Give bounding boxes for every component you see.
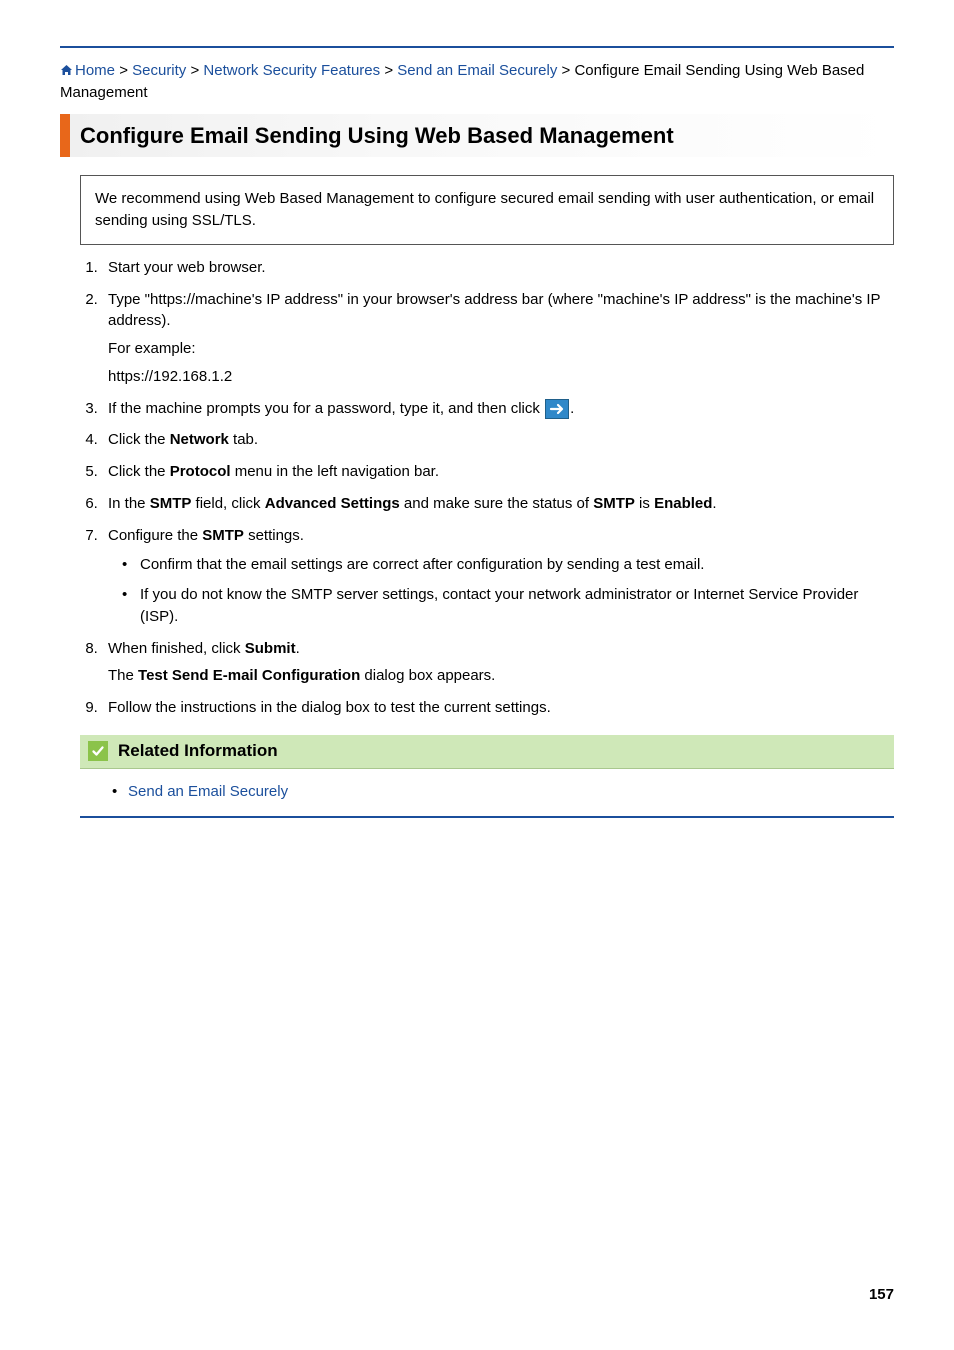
- step-5: Click the Protocol menu in the left navi…: [102, 461, 894, 483]
- step-8-result: The Test Send E-mail Configuration dialo…: [108, 665, 894, 687]
- intro-text: We recommend using Web Based Management …: [95, 190, 874, 229]
- step-6-g: is: [635, 495, 654, 512]
- related-info-header: Related Information: [80, 735, 894, 769]
- step-8-c: .: [296, 640, 300, 657]
- breadcrumb-sep: >: [119, 62, 128, 79]
- login-arrow-icon: [545, 399, 569, 419]
- breadcrumb-sep: >: [190, 62, 199, 79]
- breadcrumb-home-link[interactable]: Home: [75, 62, 115, 79]
- step-8-d-b: Test Send E-mail Configuration: [138, 667, 360, 684]
- step-3-text-b: .: [570, 400, 574, 417]
- breadcrumb-send-email-link[interactable]: Send an Email Securely: [397, 62, 557, 79]
- breadcrumb-security-link[interactable]: Security: [132, 62, 186, 79]
- step-7-bullet-2-text: If you do not know the SMTP server setti…: [140, 586, 858, 625]
- breadcrumb-network-security-link[interactable]: Network Security Features: [203, 62, 380, 79]
- steps-list: Start your web browser. Type "https://ma…: [80, 257, 894, 719]
- step-2-example-label: For example:: [108, 338, 894, 360]
- step-6-e: and make sure the status of: [400, 495, 593, 512]
- step-5-c: menu in the left navigation bar.: [231, 463, 439, 480]
- home-icon: [60, 64, 73, 76]
- step-1: Start your web browser.: [102, 257, 894, 279]
- step-7-bullet-2: If you do not know the SMTP server setti…: [122, 584, 894, 628]
- step-8: When finished, click Submit. The Test Se…: [102, 638, 894, 688]
- step-6-d: Advanced Settings: [265, 495, 400, 512]
- step-9-text: Follow the instructions in the dialog bo…: [108, 699, 551, 716]
- breadcrumb-sep: >: [562, 62, 571, 79]
- step-6-a: In the: [108, 495, 150, 512]
- intro-box: We recommend using Web Based Management …: [80, 175, 894, 245]
- step-6-b: SMTP: [150, 495, 192, 512]
- step-2-example-url: https://192.168.1.2: [108, 366, 894, 388]
- step-8-d-a: The: [108, 667, 138, 684]
- step-7-c: settings.: [244, 527, 304, 544]
- step-6-h: Enabled: [654, 495, 712, 512]
- breadcrumb-sep: >: [384, 62, 393, 79]
- step-6-i: .: [712, 495, 716, 512]
- related-info-title: Related Information: [118, 739, 278, 764]
- step-7: Configure the SMTP settings. Confirm tha…: [102, 525, 894, 628]
- related-info: Related Information Send an Email Secure…: [80, 735, 894, 818]
- step-6: In the SMTP field, click Advanced Settin…: [102, 493, 894, 515]
- step-4: Click the Network tab.: [102, 429, 894, 451]
- step-4-b: Network: [170, 431, 229, 448]
- step-8-a: When finished, click: [108, 640, 245, 657]
- page-title: Configure Email Sending Using Web Based …: [80, 120, 894, 152]
- step-5-b: Protocol: [170, 463, 231, 480]
- step-6-c: field, click: [191, 495, 264, 512]
- related-link-item: Send an Email Securely: [112, 781, 876, 803]
- step-7-a: Configure the: [108, 527, 202, 544]
- step-7-b: SMTP: [202, 527, 244, 544]
- step-7-bullet-1: Confirm that the email settings are corr…: [122, 554, 894, 576]
- heading-accent: [60, 114, 70, 158]
- step-3: If the machine prompts you for a passwor…: [102, 398, 894, 420]
- page-heading-wrap: Configure Email Sending Using Web Based …: [60, 114, 894, 158]
- step-7-bullet-1-text: Confirm that the email settings are corr…: [140, 556, 704, 573]
- step-2: Type "https://machine's IP address" in y…: [102, 289, 894, 388]
- step-2-text: Type "https://machine's IP address" in y…: [108, 291, 880, 330]
- step-1-text: Start your web browser.: [108, 259, 266, 276]
- breadcrumb: Home > Security > Network Security Featu…: [60, 60, 894, 104]
- step-6-f: SMTP: [593, 495, 635, 512]
- step-8-d-c: dialog box appears.: [360, 667, 495, 684]
- step-5-a: Click the: [108, 463, 170, 480]
- related-info-body: Send an Email Securely: [80, 769, 894, 817]
- step-7-bullets: Confirm that the email settings are corr…: [108, 554, 894, 627]
- step-8-b: Submit: [245, 640, 296, 657]
- check-icon: [88, 741, 108, 761]
- step-4-a: Click the: [108, 431, 170, 448]
- related-link-send-email[interactable]: Send an Email Securely: [128, 783, 288, 800]
- step-3-text-a: If the machine prompts you for a passwor…: [108, 400, 544, 417]
- top-rule: [60, 46, 894, 48]
- page-number: 157: [869, 1284, 894, 1306]
- step-9: Follow the instructions in the dialog bo…: [102, 697, 894, 719]
- step-4-c: tab.: [229, 431, 258, 448]
